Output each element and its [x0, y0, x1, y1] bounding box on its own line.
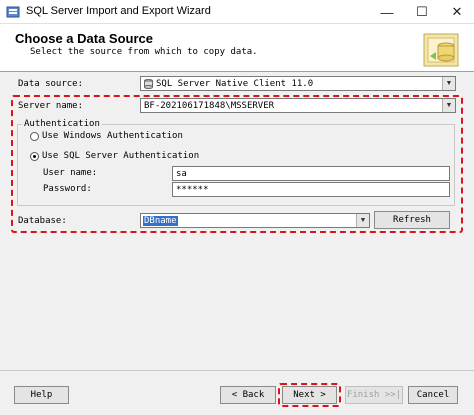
minimize-button[interactable]: — [370, 0, 404, 24]
refresh-button[interactable]: Refresh [374, 211, 450, 229]
data-provider-icon [144, 79, 153, 89]
minimize-icon: — [380, 4, 394, 20]
close-button[interactable]: ✕ [440, 0, 474, 24]
data-source-label: Data source: [18, 79, 84, 89]
help-button[interactable]: Help [14, 386, 69, 404]
page-title: Choose a Data Source [15, 31, 153, 46]
server-name-select[interactable]: BF-202106171848\MSSERVER ▼ [140, 98, 456, 113]
title-bar: SQL Server Import and Export Wizard — ☐ … [0, 0, 474, 24]
database-select[interactable]: DBname ▼ [140, 213, 370, 228]
chevron-down-icon[interactable]: ▼ [442, 99, 455, 112]
username-field[interactable]: sa [172, 166, 450, 181]
data-source-select[interactable]: SQL Server Native Client 11.0 ▼ [140, 76, 456, 91]
page-subtitle: Select the source from which to copy dat… [30, 47, 258, 57]
window-title: SQL Server Import and Export Wizard [26, 5, 211, 17]
database-value: DBname [143, 216, 178, 226]
password-field[interactable]: ****** [172, 182, 450, 197]
username-value: sa [176, 169, 187, 179]
footer-separator [0, 370, 474, 371]
data-source-value: SQL Server Native Client 11.0 [156, 79, 314, 89]
windows-auth-label: Use Windows Authentication [42, 131, 183, 141]
server-name-value: BF-202106171848\MSSERVER [144, 101, 275, 111]
password-value: ****** [176, 185, 209, 195]
maximize-button[interactable]: ☐ [405, 0, 439, 24]
radio-sql-auth[interactable] [30, 152, 39, 161]
database-label: Database: [18, 216, 67, 226]
sql-auth-label: Use SQL Server Authentication [42, 151, 200, 161]
radio-windows-auth[interactable] [30, 132, 39, 141]
wizard-header: Choose a Data Source Select the source f… [0, 24, 474, 72]
next-button[interactable]: Next > [282, 386, 337, 404]
server-name-label: Server name: [18, 101, 84, 111]
back-button[interactable]: < Back [220, 386, 276, 404]
password-label: Password: [43, 184, 92, 194]
finish-button: Finish >>| [345, 386, 403, 404]
wizard-database-icon [423, 33, 459, 67]
chevron-down-icon[interactable]: ▼ [356, 214, 369, 227]
username-label: User name: [43, 168, 98, 178]
authentication-group-label: Authentication [22, 119, 102, 129]
chevron-down-icon[interactable]: ▼ [442, 77, 455, 90]
maximize-icon: ☐ [416, 4, 428, 19]
close-icon: ✕ [451, 4, 463, 19]
cancel-button[interactable]: Cancel [408, 386, 458, 404]
app-icon [6, 6, 20, 18]
